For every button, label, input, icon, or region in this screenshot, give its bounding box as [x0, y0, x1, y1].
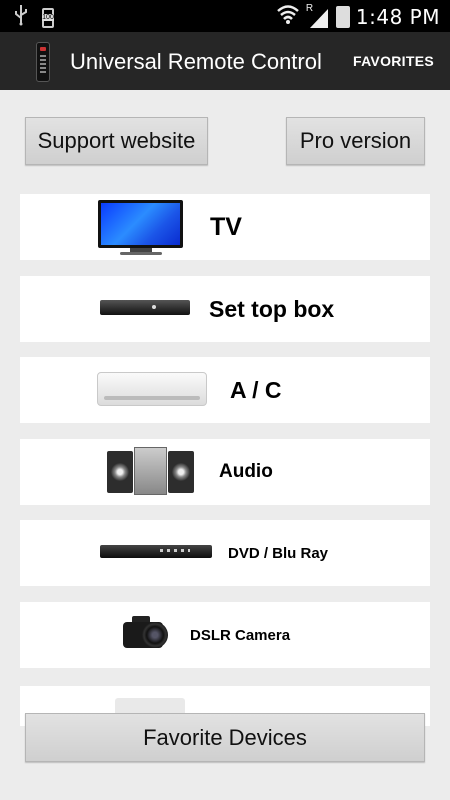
device-label: DSLR Camera	[190, 626, 291, 644]
status-indicators: R 1:48 PM	[276, 3, 440, 30]
dvd-player-icon	[100, 545, 212, 558]
wifi-icon	[276, 3, 300, 30]
status-bar: 100 R 1:48 PM	[0, 0, 450, 32]
device-item-ac[interactable]: A / C	[20, 357, 430, 423]
device-label: DVD / Blu Ray	[228, 544, 329, 562]
device-item-dslr-camera[interactable]: DSLR Camera	[20, 602, 430, 668]
battery-icon	[335, 5, 350, 28]
status-notifications: 100	[14, 4, 54, 31]
action-bar: Universal Remote Control FAVORITES	[0, 32, 450, 90]
device-label: Set top box	[209, 295, 335, 322]
device-item-tv[interactable]: TV	[20, 194, 430, 260]
device-label: Audio	[219, 461, 273, 482]
signal-icon: R	[306, 3, 330, 29]
remote-control-icon	[36, 42, 50, 82]
support-website-button[interactable]: Support website	[25, 117, 208, 165]
device-label: TV	[210, 212, 242, 241]
device-item-set-top-box[interactable]: Set top box	[20, 276, 430, 342]
favorites-button[interactable]: FAVORITES	[353, 53, 434, 69]
device-item-dvd[interactable]: DVD / Blu Ray	[20, 520, 430, 586]
pro-version-button[interactable]: Pro version	[286, 117, 425, 165]
clock: 1:48 PM	[355, 4, 440, 29]
usb-icon	[14, 4, 28, 31]
favorite-devices-button[interactable]: Favorite Devices	[25, 713, 425, 762]
battery-notification-icon: 100	[42, 7, 54, 28]
air-conditioner-icon	[97, 372, 207, 406]
app-title: Universal Remote Control	[70, 49, 322, 74]
battery-percent-text: 100	[42, 13, 54, 21]
device-item-audio[interactable]: Audio	[20, 439, 430, 505]
device-label: A / C	[230, 376, 282, 403]
set-top-box-icon	[100, 300, 190, 315]
